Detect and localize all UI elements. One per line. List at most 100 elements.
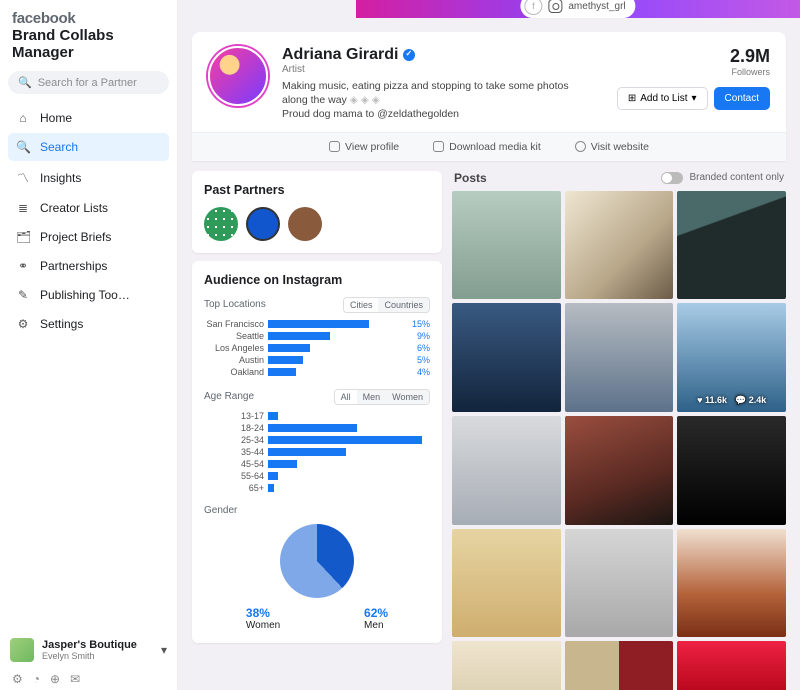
post-tile[interactable]	[452, 303, 561, 412]
post-tile[interactable]	[565, 191, 674, 300]
document-icon	[433, 141, 444, 152]
add-to-list-button[interactable]: ⊞ Add to List ▾	[617, 87, 708, 110]
nav-partnerships[interactable]: ⚭Partnerships	[8, 252, 169, 280]
inbox-icon[interactable]: ✉	[70, 672, 80, 686]
bar-row: 35-44	[204, 447, 430, 457]
nav-insights[interactable]: 〽Insights	[8, 162, 169, 193]
platform-pill[interactable]: f amethyst_grl	[520, 0, 635, 18]
gender-men: 62%Men	[364, 606, 388, 631]
gear-icon[interactable]: ⚙	[12, 672, 23, 686]
account-switcher[interactable]: Jasper's Boutique Evelyn Smith ▾	[8, 632, 169, 668]
followers-label: Followers	[730, 67, 770, 77]
download-media-kit-link[interactable]: Download media kit	[433, 141, 541, 153]
nav-settings[interactable]: ⚙Settings	[8, 310, 169, 338]
partner-logo[interactable]	[204, 207, 238, 241]
bar-row: Los Angeles 6%	[204, 343, 430, 353]
bar-pct: 15%	[412, 319, 430, 329]
post-tile[interactable]	[677, 641, 786, 690]
profile-name: Adriana Girardi	[282, 46, 398, 64]
bar-row: 25-34	[204, 435, 430, 445]
post-tile[interactable]	[565, 416, 674, 525]
bar-label: 35-44	[204, 447, 268, 457]
nav: ⌂ Home 🔍 Search 〽Insights ≣Creator Lists 🗂…	[8, 104, 169, 338]
profile-role: Artist	[282, 64, 569, 75]
post-tile[interactable]	[452, 529, 561, 638]
account-name: Jasper's Boutique	[42, 639, 153, 651]
profile-card: Adriana Girardi Artist Making music, eat…	[192, 32, 786, 161]
home-icon: ⌂	[16, 111, 30, 125]
view-profile-link[interactable]: View profile	[329, 141, 399, 153]
verified-badge-icon	[403, 49, 415, 61]
bar-label: 25-34	[204, 435, 268, 445]
nav-label: Search	[40, 140, 78, 154]
post-tile[interactable]	[565, 529, 674, 638]
tab-all[interactable]: All	[335, 390, 357, 404]
bio-text: along the way	[282, 94, 347, 106]
bar-row: 55-64	[204, 471, 430, 481]
nav-publishing[interactable]: ✎Publishing Too…	[8, 281, 169, 309]
tab-cities[interactable]: Cities	[344, 298, 379, 312]
toggle-icon	[661, 172, 683, 184]
btn-label: Contact	[725, 93, 759, 104]
post-tile[interactable]	[677, 529, 786, 638]
post-tile[interactable]	[677, 416, 786, 525]
tab-countries[interactable]: Countries	[378, 298, 429, 312]
post-tile[interactable]	[452, 641, 561, 690]
gender-label: Men	[364, 620, 383, 631]
nav-project-briefs[interactable]: 🗂Project Briefs	[8, 223, 169, 251]
contact-button[interactable]: Contact	[714, 87, 770, 110]
btn-label: Add to List	[640, 93, 687, 104]
help-icon[interactable]: ◔	[33, 672, 40, 686]
bio-text: Proud dog mama to @zeldathegolden	[282, 108, 459, 120]
partner-logo[interactable]	[288, 207, 322, 241]
partner-logo[interactable]	[246, 207, 280, 241]
list-add-icon: ⊞	[628, 93, 636, 104]
nav-label: Home	[40, 111, 72, 125]
bar-pct: 4%	[417, 367, 430, 377]
posts-title: Posts	[454, 171, 487, 185]
bar-row: Oakland 4%	[204, 367, 430, 377]
action-label: View profile	[345, 141, 399, 153]
bar-label: 13-17	[204, 411, 268, 421]
search-icon: 🔍	[16, 140, 30, 154]
toggle-label: Branded content only	[689, 172, 784, 183]
gender-chart	[204, 524, 430, 598]
top-gradient-bar: f amethyst_grl	[356, 0, 800, 18]
branded-only-toggle[interactable]: Branded content only	[661, 172, 784, 184]
section-title: Age Range	[204, 391, 254, 402]
bell-icon[interactable]: ⊕	[50, 672, 60, 686]
action-label: Visit website	[591, 141, 649, 153]
nav-label: Publishing Too…	[40, 288, 130, 302]
comments-count: 💬 2.4k	[735, 395, 766, 406]
post-tile[interactable]	[452, 416, 561, 525]
instagram-icon	[548, 0, 562, 13]
post-tile[interactable]: ♥ 11.6k 💬 2.4k	[677, 303, 786, 412]
post-tile[interactable]	[565, 641, 674, 690]
bar-row: 13-17	[204, 411, 430, 421]
post-tile[interactable]	[677, 191, 786, 300]
nav-label: Insights	[40, 171, 81, 185]
nav-home[interactable]: ⌂ Home	[8, 104, 169, 132]
sidebar-footer: Jasper's Boutique Evelyn Smith ▾ ⚙ ◔ ⊕ ✉	[8, 632, 169, 686]
nav-creator-lists[interactable]: ≣Creator Lists	[8, 194, 169, 222]
post-tile[interactable]	[452, 191, 561, 300]
location-tabs[interactable]: Cities Countries	[343, 297, 430, 313]
visit-website-link[interactable]: Visit website	[575, 141, 649, 153]
search-input[interactable]: 🔍 Search for a Partner	[8, 71, 169, 94]
analytics-column: Past Partners Audience on Instagram Top …	[192, 171, 442, 690]
account-avatar	[10, 638, 34, 662]
profile-name-row: Adriana Girardi	[282, 46, 569, 64]
tab-men[interactable]: Men	[357, 390, 387, 404]
post-tile[interactable]	[565, 303, 674, 412]
bar-row: San Francisco 15%	[204, 319, 430, 329]
age-chart: 13-17 18-24 25-34 35-44 45-54 55-64 65+	[204, 411, 430, 493]
nav-search[interactable]: 🔍 Search	[8, 133, 169, 161]
main: f amethyst_grl Adriana Girardi Artist Ma…	[178, 0, 800, 690]
bar-pct: 9%	[417, 331, 430, 341]
nav-label: Partnerships	[40, 259, 107, 273]
locations-chart: San Francisco 15% Seattle 9% Los Angeles…	[204, 319, 430, 377]
past-partners-card: Past Partners	[192, 171, 442, 253]
tab-women[interactable]: Women	[386, 390, 429, 404]
age-tabs[interactable]: All Men Women	[334, 389, 430, 405]
action-label: Download media kit	[449, 141, 541, 153]
